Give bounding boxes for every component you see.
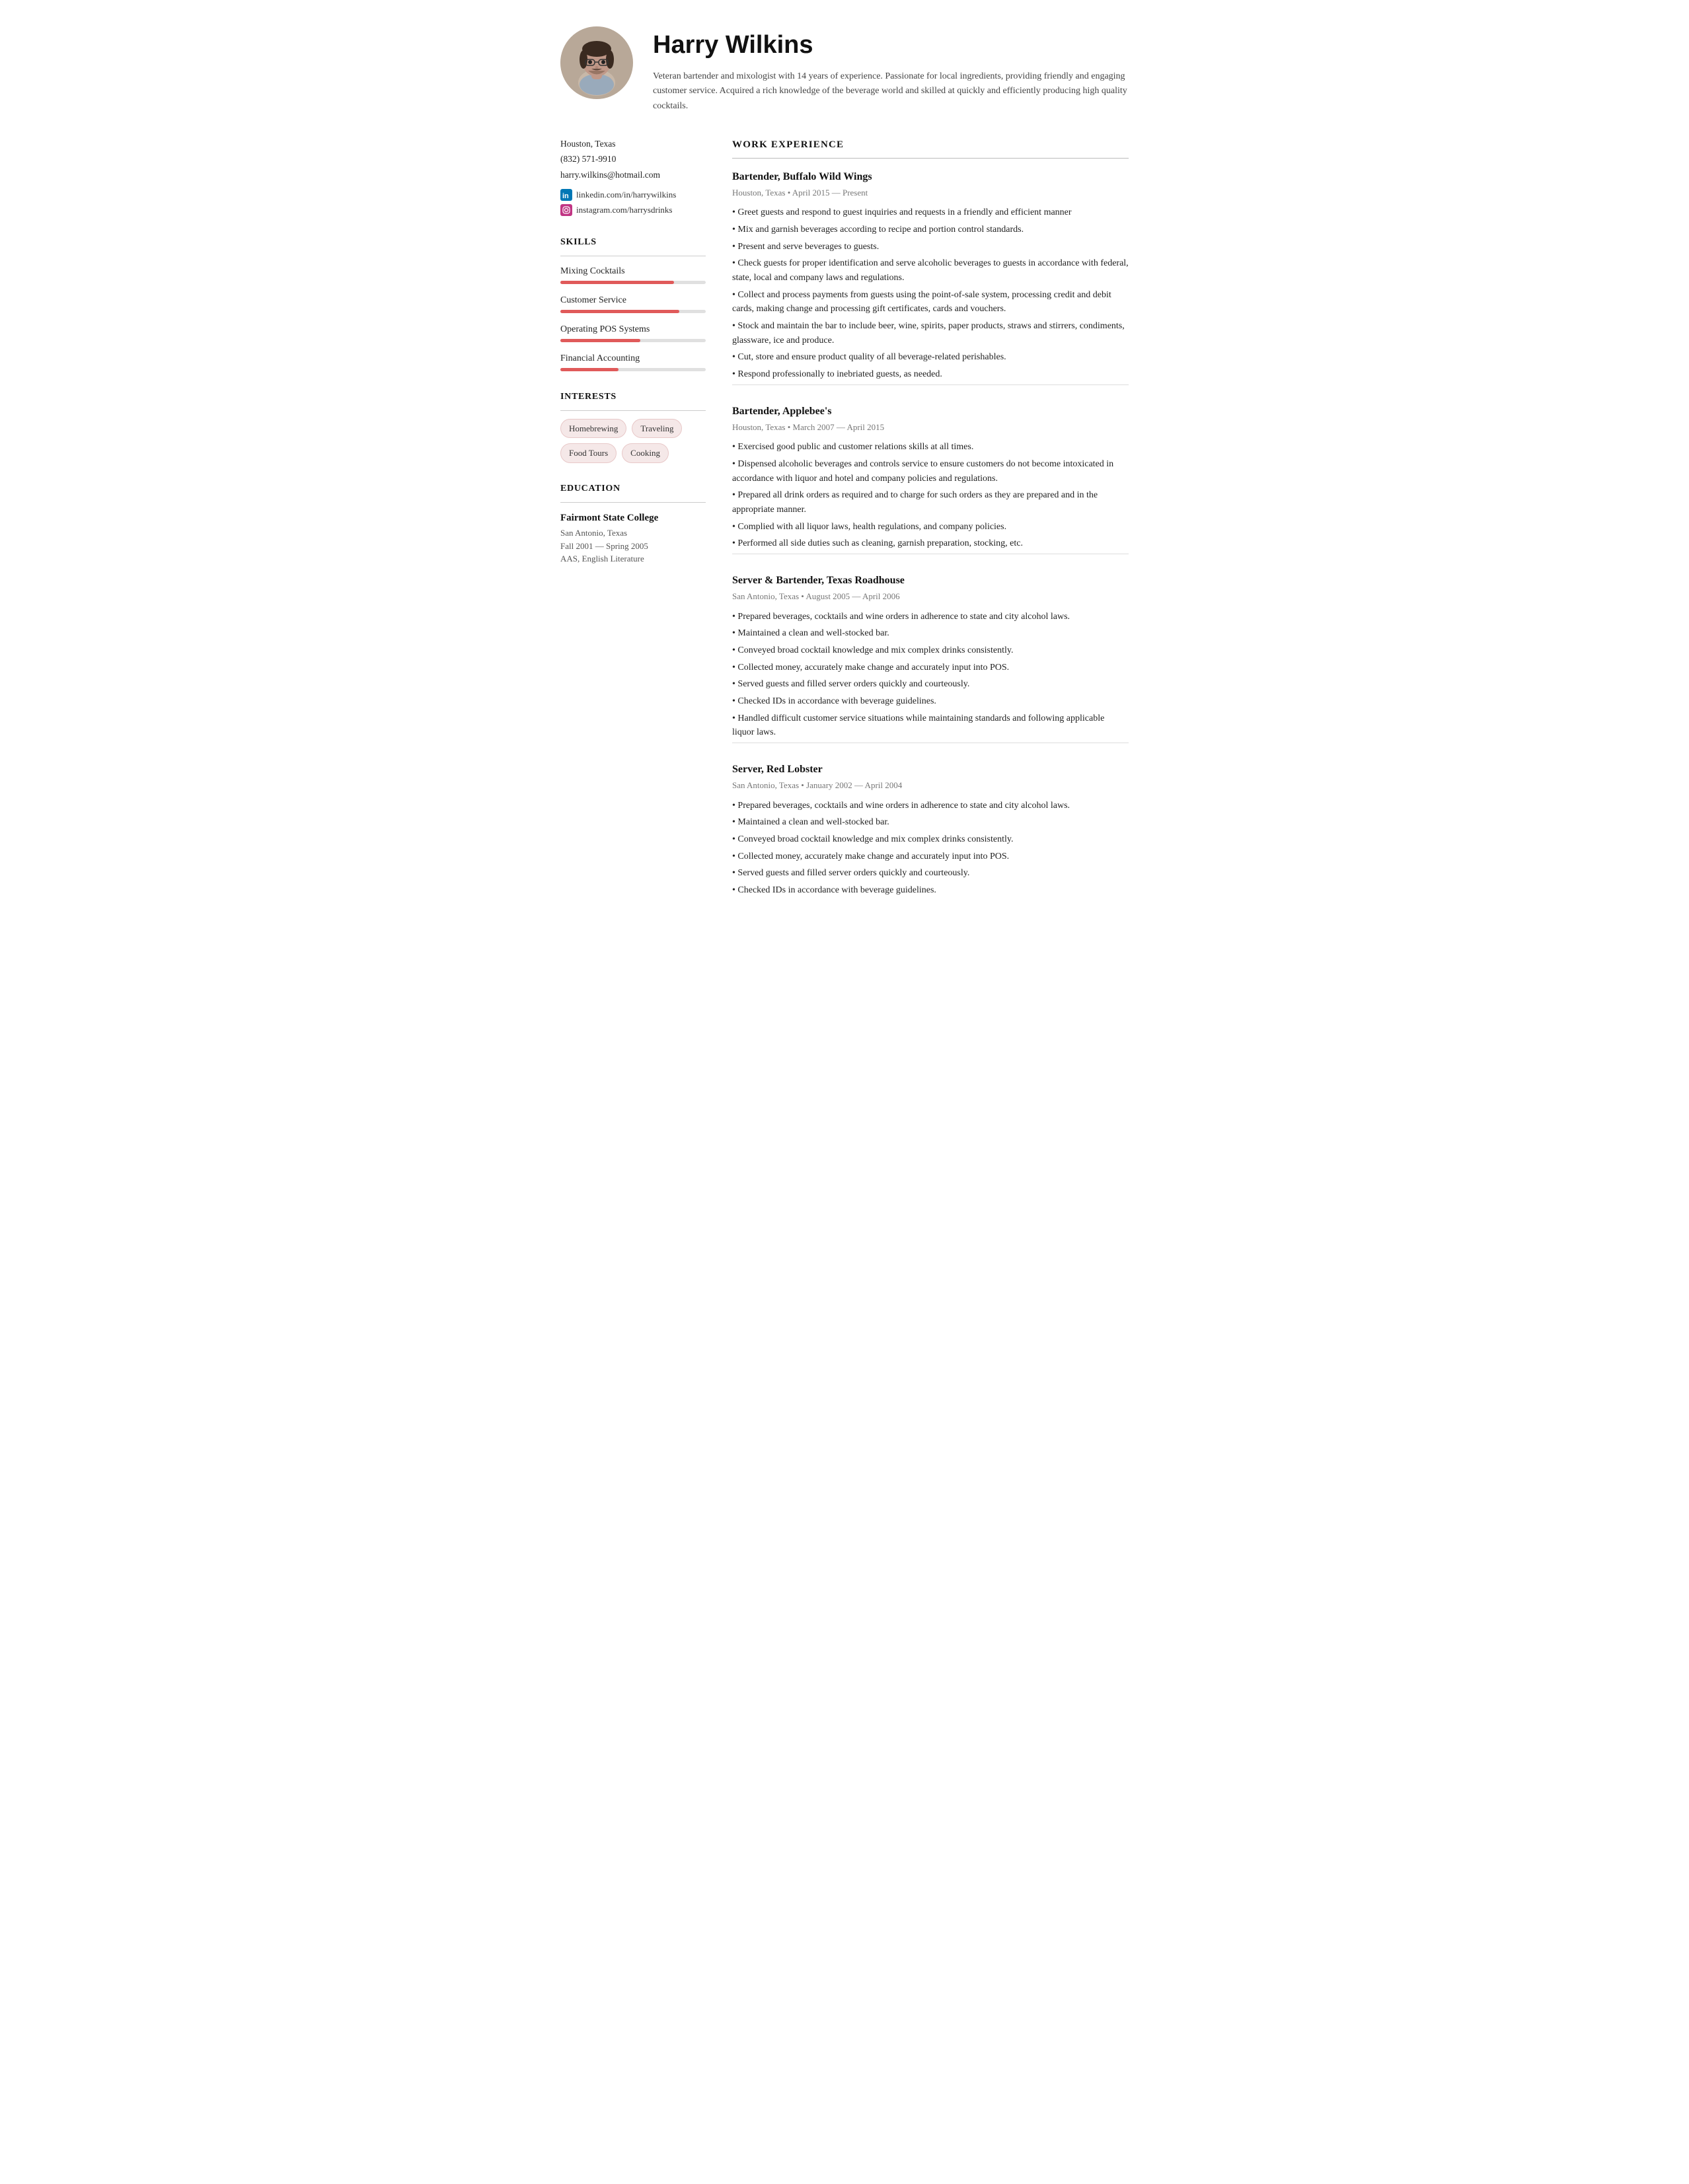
skill-name: Financial Accounting (560, 351, 706, 365)
skill-bar-fill (560, 310, 679, 313)
job-bullet: • Stock and maintain the bar to include … (732, 319, 1129, 347)
jobs-list: Bartender, Buffalo Wild Wings Houston, T… (732, 169, 1129, 898)
job-title: Server, Red Lobster (732, 762, 1129, 778)
job-bullet: • Prepared beverages, cocktails and wine… (732, 799, 1129, 813)
interest-tag: Food Tours (560, 443, 617, 463)
skill-bar-fill (560, 368, 619, 371)
skill-item: Customer Service (560, 293, 706, 313)
job-title: Bartender, Buffalo Wild Wings (732, 169, 1129, 185)
job-bullet: • Complied with all liquor laws, health … (732, 520, 1129, 534)
job-bullet: • Served guests and filled server orders… (732, 866, 1129, 881)
skills-list: Mixing Cocktails Customer Service Operat… (560, 264, 706, 371)
skill-bar-bg (560, 310, 706, 313)
job-bullet: • Conveyed broad cocktail knowledge and … (732, 832, 1129, 847)
job-bullet: • Collected money, accurately make chang… (732, 850, 1129, 864)
header-summary: Veteran bartender and mixologist with 14… (653, 69, 1129, 114)
skill-bar-fill (560, 339, 640, 342)
job-item: Bartender, Buffalo Wild Wings Houston, T… (732, 169, 1129, 385)
skill-name: Mixing Cocktails (560, 264, 706, 278)
job-bullet: • Respond professionally to inebriated g… (732, 367, 1129, 382)
job-bullet: • Checked IDs in accordance with beverag… (732, 694, 1129, 709)
header-info: Harry Wilkins Veteran bartender and mixo… (653, 26, 1129, 114)
contact-email: harry.wilkins@hotmail.com (560, 168, 706, 182)
job-bullet: • Mix and garnish beverages according to… (732, 223, 1129, 237)
job-meta: Houston, Texas • April 2015 — Present (732, 186, 1129, 200)
skill-item: Mixing Cocktails (560, 264, 706, 284)
work-divider (732, 158, 1129, 159)
avatar (560, 26, 633, 99)
job-bullet: • Prepared beverages, cocktails and wine… (732, 610, 1129, 624)
skill-item: Financial Accounting (560, 351, 706, 371)
job-bullet: • Cut, store and ensure product quality … (732, 350, 1129, 365)
work-content: WORK EXPERIENCE Bartender, Buffalo Wild … (732, 137, 1129, 916)
instagram-item: instagram.com/harrysdrinks (560, 203, 706, 217)
education-item: Fairmont State College San Antonio, Texa… (560, 511, 706, 565)
interest-tag: Homebrewing (560, 419, 626, 439)
linkedin-item: in linkedin.com/in/harrywilkins (560, 188, 706, 201)
job-bullet: • Served guests and filled server orders… (732, 677, 1129, 692)
job-bullet: • Greet guests and respond to guest inqu… (732, 205, 1129, 220)
education-section: EDUCATION Fairmont State College San Ant… (560, 482, 706, 565)
linkedin-url: linkedin.com/in/harrywilkins (576, 188, 676, 201)
interest-tag: Cooking (622, 443, 669, 463)
contact-location: Houston, Texas (560, 137, 706, 151)
main-layout: Houston, Texas (832) 571-9910 harry.wilk… (560, 137, 1129, 916)
job-bullet: • Check guests for proper identification… (732, 256, 1129, 285)
education-list: Fairmont State College San Antonio, Texa… (560, 511, 706, 565)
job-meta: Houston, Texas • March 2007 — April 2015 (732, 421, 1129, 434)
edu-location: San Antonio, Texas (560, 527, 706, 540)
job-item: Server & Bartender, Texas Roadhouse San … (732, 573, 1129, 743)
job-bullet: • Exercised good public and customer rel… (732, 440, 1129, 455)
job-divider (732, 384, 1129, 385)
header: Harry Wilkins Veteran bartender and mixo… (560, 26, 1129, 114)
job-title: Bartender, Applebee's (732, 404, 1129, 419)
skill-bar-bg (560, 281, 706, 284)
sidebar: Houston, Texas (832) 571-9910 harry.wilk… (560, 137, 706, 916)
svg-text:in: in (562, 192, 569, 200)
interest-tags: Homebrewing Traveling Food ToursCooking (560, 419, 706, 463)
skill-bar-fill (560, 281, 674, 284)
education-title: EDUCATION (560, 482, 706, 495)
job-bullet: • Maintained a clean and well-stocked ba… (732, 626, 1129, 641)
job-bullet: • Collect and process payments from gues… (732, 288, 1129, 316)
edu-dates: Fall 2001 — Spring 2005 (560, 540, 706, 553)
job-bullet: • Performed all side duties such as clea… (732, 536, 1129, 551)
job-item: Server, Red Lobster San Antonio, Texas •… (732, 762, 1129, 898)
job-meta: San Antonio, Texas • January 2002 — Apri… (732, 779, 1129, 792)
skill-name: Operating POS Systems (560, 322, 706, 336)
job-bullet: • Checked IDs in accordance with beverag… (732, 883, 1129, 898)
job-bullet: • Conveyed broad cocktail knowledge and … (732, 643, 1129, 658)
edu-degree: AAS, English Literature (560, 552, 706, 565)
skill-bar-bg (560, 339, 706, 342)
skill-item: Operating POS Systems (560, 322, 706, 342)
instagram-icon (560, 204, 572, 216)
resume-page: Harry Wilkins Veteran bartender and mixo… (527, 0, 1162, 943)
skill-bar-bg (560, 368, 706, 371)
skill-name: Customer Service (560, 293, 706, 307)
header-name: Harry Wilkins (653, 26, 1129, 64)
skills-section: SKILLS Mixing Cocktails Customer Service… (560, 235, 706, 371)
interest-tag: Traveling (632, 419, 682, 439)
education-divider (560, 502, 706, 503)
job-bullet: • Dispensed alcoholic beverages and cont… (732, 457, 1129, 486)
skills-title: SKILLS (560, 235, 706, 249)
job-bullet: • Present and serve beverages to guests. (732, 240, 1129, 254)
instagram-url: instagram.com/harrysdrinks (576, 203, 673, 217)
job-item: Bartender, Applebee's Houston, Texas • M… (732, 404, 1129, 554)
job-title: Server & Bartender, Texas Roadhouse (732, 573, 1129, 589)
edu-school: Fairmont State College (560, 511, 706, 526)
job-bullet: • Collected money, accurately make chang… (732, 661, 1129, 675)
contact-section: Houston, Texas (832) 571-9910 harry.wilk… (560, 137, 706, 217)
interests-divider (560, 410, 706, 411)
job-bullet: • Maintained a clean and well-stocked ba… (732, 815, 1129, 830)
interests-section: INTERESTS Homebrewing Traveling Food Tours… (560, 390, 706, 463)
contact-phone: (832) 571-9910 (560, 153, 706, 166)
job-bullet: • Prepared all drink orders as required … (732, 488, 1129, 517)
job-bullet: • Handled difficult customer service sit… (732, 711, 1129, 740)
interests-title: INTERESTS (560, 390, 706, 404)
linkedin-icon: in (560, 189, 572, 201)
job-meta: San Antonio, Texas • August 2005 — April… (732, 590, 1129, 603)
work-title: WORK EXPERIENCE (732, 137, 1129, 153)
